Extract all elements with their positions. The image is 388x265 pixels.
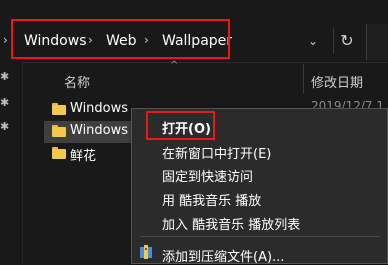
navigation-pane[interactable] (0, 62, 23, 264)
column-header-date[interactable]: 修改日期 (311, 72, 363, 91)
menu-item-open-new-window[interactable]: 在新窗口中打开(E) (162, 143, 271, 162)
file-name: 鲜花 (70, 149, 97, 164)
folder-icon (52, 147, 66, 159)
folder-icon (52, 103, 66, 115)
menu-item-add-kuwo-playlist[interactable]: 加入 酷我音乐 播放列表 (162, 214, 300, 233)
refresh-icon[interactable]: ↻ (333, 28, 360, 54)
chevron-down-icon[interactable]: ⌄ (302, 30, 324, 52)
folder-icon (52, 125, 66, 137)
menu-item-open[interactable]: 打开(O) (162, 118, 211, 137)
column-header-name[interactable]: 名称 (64, 72, 90, 91)
search-input[interactable] (366, 24, 388, 60)
file-name: Windows (70, 123, 129, 138)
menu-item-pin-quick-access[interactable]: 固定到快速访问 (162, 166, 253, 185)
menu-item-add-to-archive[interactable]: 添加到压缩文件(A)... (162, 246, 284, 265)
archive-icon (140, 245, 152, 259)
sort-ascending-icon: ^ (170, 60, 179, 71)
menu-item-play-kuwo[interactable]: 用 酷我音乐 播放 (162, 190, 261, 209)
breadcrumb-root-chevron-icon[interactable]: › (3, 33, 8, 47)
column-divider[interactable] (303, 64, 304, 94)
file-name: Windows (70, 101, 129, 116)
menu-separator (140, 236, 380, 237)
pin-icon: ✱ (0, 70, 10, 83)
pin-icon: ✱ (0, 96, 10, 109)
breadcrumb-highlight-box (11, 19, 230, 59)
pin-icon: ✱ (0, 120, 10, 133)
